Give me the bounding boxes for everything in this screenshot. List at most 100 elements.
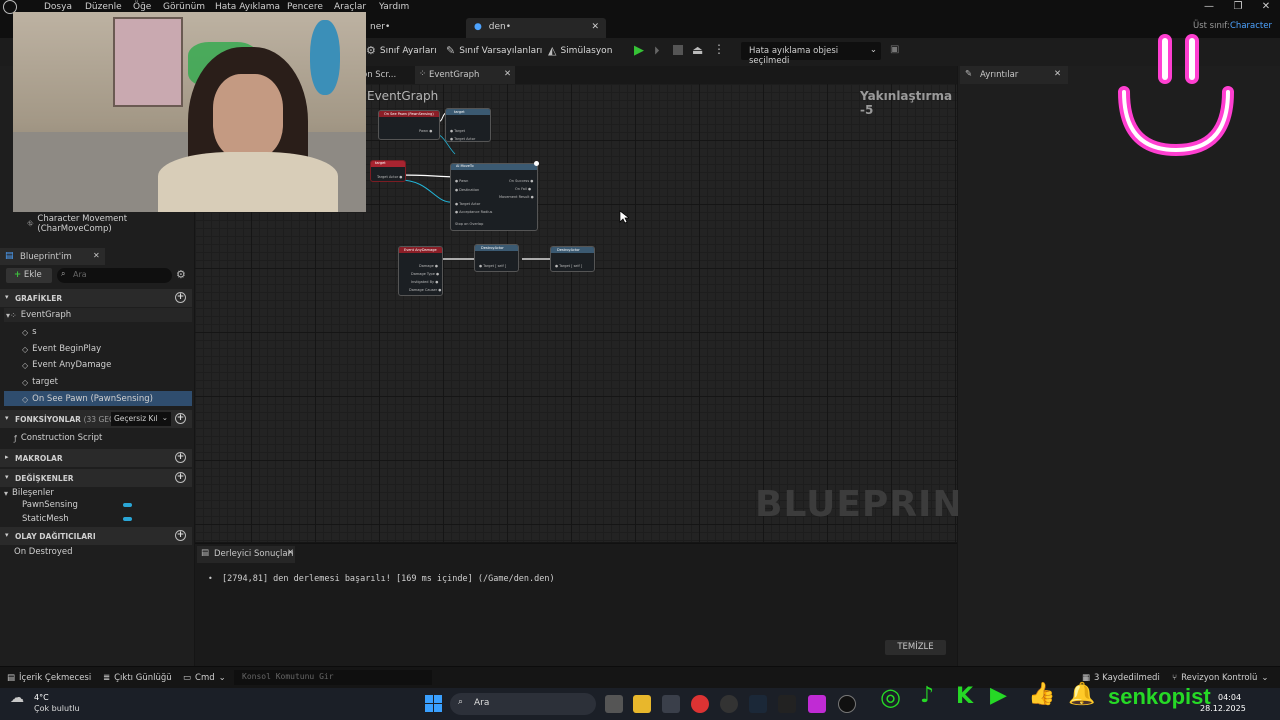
content-drawer-button[interactable]: ▤ İçerik Çekmecesi xyxy=(7,673,91,683)
node-destroy-actor-1[interactable]: DestroyActor ● Target [ self ] xyxy=(474,244,519,272)
close-tab-icon[interactable]: ✕ xyxy=(591,22,599,32)
node-event-anydamage[interactable]: Event AnyDamage Damage ● Damage Type ● I… xyxy=(398,246,443,296)
stop-icon[interactable] xyxy=(673,45,683,55)
file-explorer-icon[interactable] xyxy=(633,695,651,713)
bell-icon: 🔔 xyxy=(1068,682,1096,707)
variables-section-header[interactable]: ▾ DEĞİŞKENLER + xyxy=(0,469,192,487)
node-on-see-pawn[interactable]: On See Pawn (PawnSensing) Pawn ● xyxy=(378,110,440,140)
on-destroyed-item[interactable]: On Destroyed xyxy=(14,547,72,557)
start-icon[interactable] xyxy=(425,695,443,713)
minimize-icon[interactable]: — xyxy=(1199,1,1219,12)
kick-icon: K xyxy=(956,684,974,709)
taskbar-search[interactable]: ⌕ Ara xyxy=(450,693,596,715)
tab-designer[interactable]: ner• xyxy=(362,18,462,38)
menu-help[interactable]: Yardım xyxy=(379,2,409,12)
close-window-icon[interactable]: ✕ xyxy=(1256,1,1276,12)
menu-edit[interactable]: Düzenle xyxy=(85,2,122,12)
task-view-icon[interactable] xyxy=(605,695,623,713)
tab-event-graph[interactable]: ⁘ EventGraph ✕ xyxy=(415,66,515,84)
add-graph-icon[interactable]: + xyxy=(175,292,186,303)
details-tab[interactable]: ✎ Ayrıntılar ✕ xyxy=(960,66,1068,84)
class-settings-button[interactable]: ⚙ Sınıf Ayarları xyxy=(366,44,437,57)
node-destroy-actor-2[interactable]: DestroyActor ● Target [ self ] xyxy=(550,246,595,272)
add-dispatcher-icon[interactable]: + xyxy=(175,530,186,541)
close-tab-icon[interactable]: ✕ xyxy=(1054,69,1061,79)
var-pawnsensing[interactable]: PawnSensing xyxy=(22,500,78,510)
compiler-results-panel: ▤ Derleyici Sonuçları ✕ • [2794,81] den … xyxy=(195,543,957,666)
menu-debug[interactable]: Hata Ayıklama xyxy=(215,2,280,12)
my-blueprint-tab[interactable]: ▤ Blueprint'im ✕ xyxy=(0,248,105,265)
store-icon[interactable] xyxy=(662,695,680,713)
char-movement-item[interactable]: ⛗ Character Movement (CharMoveComp) xyxy=(27,214,194,234)
eject-icon[interactable]: ⏏ xyxy=(692,43,703,57)
node-target-var[interactable]: target Target Actor ● xyxy=(370,160,406,182)
node-ai-moveto[interactable]: AI MoveTo ● Pawn ● Destination ● Target … xyxy=(450,163,538,231)
play-icon[interactable]: ▶ xyxy=(634,43,644,58)
cmd-dropdown[interactable]: ▭ Cmd ⌄ xyxy=(183,673,226,683)
app-icon[interactable] xyxy=(720,695,738,713)
settings-gear-icon[interactable]: ⚙ xyxy=(176,268,186,281)
graph-item-anydamage[interactable]: ◇ Event AnyDamage xyxy=(22,360,111,370)
event-graph-item[interactable]: ▾⁘ EventGraph xyxy=(6,310,71,320)
step-icon[interactable]: ⏵ xyxy=(654,44,660,58)
output-log-button[interactable]: ≣ Çıktı Günlüğü xyxy=(103,673,172,683)
temperature: 4°C xyxy=(34,693,49,702)
graph-item-beginplay[interactable]: ◇ Event BeginPlay xyxy=(22,344,101,354)
components-category[interactable]: ▾ Bileşenler xyxy=(4,488,54,498)
dispatchers-section-header[interactable]: ▾ OLAY DAĞITICILARI + xyxy=(0,527,192,545)
webcam-overlay xyxy=(13,12,366,212)
unreal-engine-icon[interactable] xyxy=(838,695,856,713)
construction-script-item[interactable]: ƒ Construction Script xyxy=(14,433,102,443)
class-defaults-button[interactable]: ✎ Sınıf Varsayılanları xyxy=(446,44,542,57)
plus-icon: + xyxy=(14,270,22,280)
search-input[interactable]: ⌕ Ara xyxy=(57,268,172,283)
close-tab-icon[interactable]: ✕ xyxy=(504,69,511,79)
add-function-icon[interactable]: + xyxy=(175,413,186,424)
tab-construction-script[interactable]: on Scr... xyxy=(362,70,396,80)
blueprint-person-icon: ● xyxy=(474,22,482,32)
menu-asset[interactable]: Öğe xyxy=(133,2,151,12)
add-macro-icon[interactable]: + xyxy=(175,452,186,463)
clear-button[interactable]: TEMİZLE xyxy=(885,640,946,655)
find-icon[interactable]: ▣ xyxy=(890,44,899,55)
add-button[interactable]: + Ekle xyxy=(6,268,52,283)
console-input[interactable]: Konsol Komutunu Gir xyxy=(234,670,432,685)
folder-icon: ▤ xyxy=(7,673,16,683)
revision-control-button[interactable]: ⑂ Revizyon Kontrolü ⌄ xyxy=(1172,673,1269,683)
close-tab-icon[interactable]: ✕ xyxy=(93,251,100,260)
menu-file[interactable]: Dosya xyxy=(44,2,72,12)
node-target-getter[interactable]: target ● Target ● Target Actor xyxy=(445,108,491,142)
maximize-icon[interactable]: ❐ xyxy=(1228,1,1248,12)
graph-item-s[interactable]: ◇ s xyxy=(22,327,37,337)
menu-tools[interactable]: Araçlar xyxy=(334,2,366,12)
event-diamond-icon: ◇ xyxy=(22,360,29,370)
close-tab-icon[interactable]: ✕ xyxy=(287,548,294,558)
macros-section-header[interactable]: ▸ MAKROLAR + xyxy=(0,449,192,467)
media-app-icon[interactable] xyxy=(808,695,826,713)
details-panel: ✎ Ayrıntılar ✕ xyxy=(958,34,1280,666)
person-shirt xyxy=(158,152,338,212)
more-options-icon[interactable]: ⋮ xyxy=(713,42,725,56)
var-staticmesh[interactable]: StaticMesh xyxy=(22,514,69,524)
override-dropdown[interactable]: Geçersiz Kıl ⌄ xyxy=(111,412,171,426)
simulation-button[interactable]: ◭ Simülasyon xyxy=(548,44,612,57)
epic-games-icon[interactable] xyxy=(778,695,796,713)
wall-parrot xyxy=(310,20,340,95)
graph-item-target[interactable]: ◇ target xyxy=(22,377,58,387)
compiler-results-tab[interactable]: ▤ Derleyici Sonuçları ✕ xyxy=(197,546,295,563)
graphs-section-header[interactable]: ▾ GRAFİKLER + xyxy=(0,289,192,307)
debug-object-dropdown[interactable]: Hata ayıklama objesi seçilmedi ⌄ xyxy=(741,42,881,66)
simulation-icon: ◭ xyxy=(548,44,557,57)
search-icon: ⌕ xyxy=(458,697,464,707)
add-variable-icon[interactable]: + xyxy=(175,472,186,483)
steam-icon[interactable] xyxy=(749,695,767,713)
graph-item-onseepawn[interactable]: ◇ On See Pawn (PawnSensing) xyxy=(22,394,153,404)
weather-icon[interactable]: ☁ xyxy=(10,690,24,706)
functions-section-header[interactable]: ▾ FONKSİYONLAR (33 GEÇERSİ Geçersiz Kıl ⌄… xyxy=(0,410,192,428)
menu-view[interactable]: Görünüm xyxy=(163,2,205,12)
parent-class-link[interactable]: Character xyxy=(1230,21,1272,31)
tab-den[interactable]: ● den• ✕ xyxy=(466,18,606,38)
chrome-icon[interactable] xyxy=(691,695,709,713)
menu-window[interactable]: Pencere xyxy=(287,2,323,12)
function-icon: ƒ xyxy=(14,433,17,443)
